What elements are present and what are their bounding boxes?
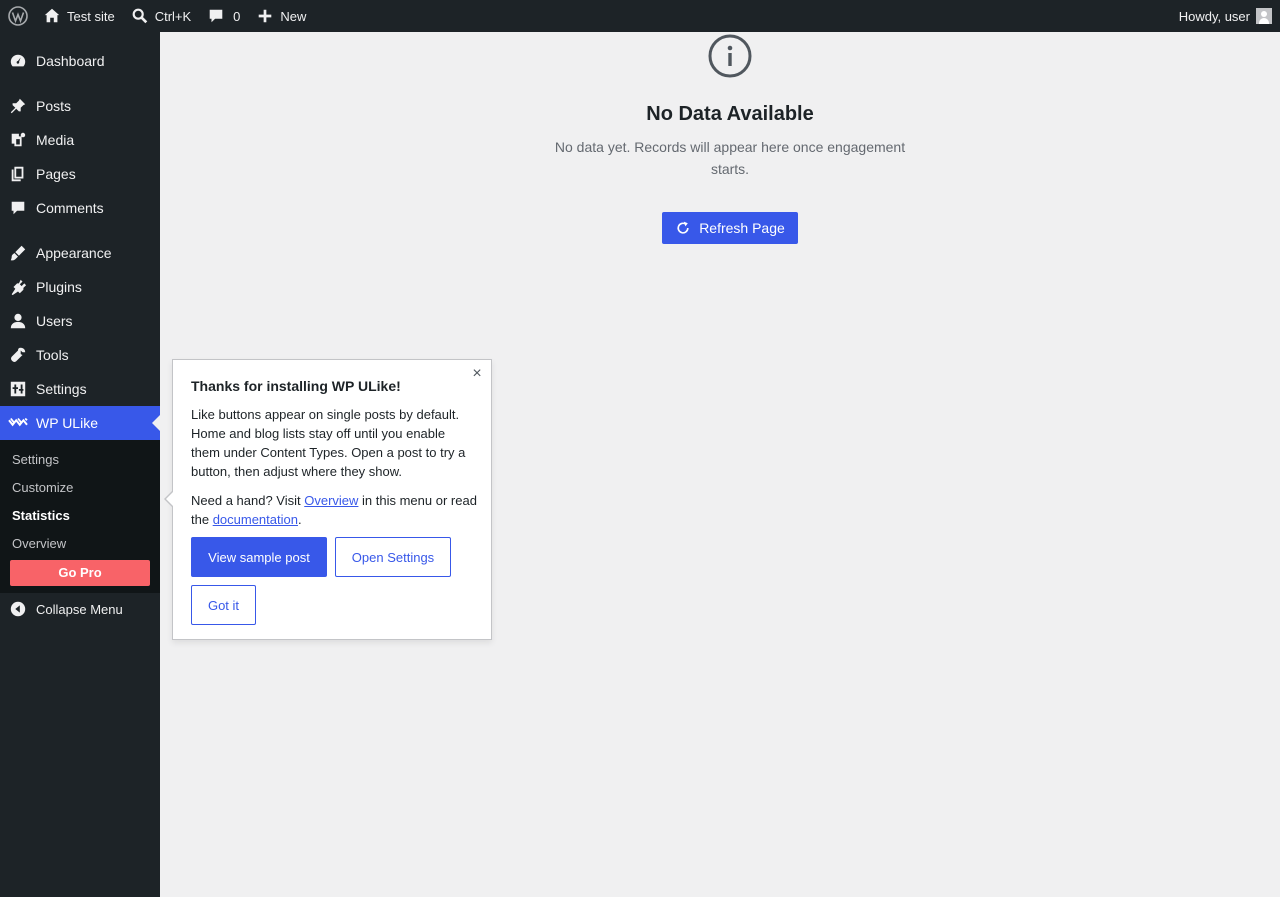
submenu-item-overview[interactable]: Overview	[12, 536, 66, 551]
collapse-menu-label: Collapse Menu	[36, 601, 123, 617]
close-icon[interactable]: ×	[469, 366, 485, 382]
admin-sidebar: Dashboard Posts Media Pages Comments App…	[0, 32, 160, 897]
account-menu[interactable]: Howdy, user	[1171, 0, 1280, 32]
sidebar-item-settings[interactable]: Settings	[0, 372, 160, 406]
sidebar-item-label: Users	[36, 313, 73, 329]
plus-icon	[259, 9, 272, 23]
sidebar-item-label: Tools	[36, 347, 69, 363]
brush-icon	[0, 244, 36, 262]
collapse-arrow-icon	[0, 600, 36, 618]
sidebar-item-plugins[interactable]: Plugins	[0, 270, 160, 304]
empty-state-title: No Data Available	[646, 103, 814, 125]
sidebar-item-label: WP ULike	[36, 415, 98, 431]
pointer-body: Like buttons appear on single posts by d…	[191, 407, 466, 479]
comments-link[interactable]: 0	[199, 0, 248, 32]
sidebar-item-label: Posts	[36, 98, 72, 114]
pointer-title: Thanks for installing WP ULike!	[191, 378, 401, 394]
pages-icon	[0, 165, 36, 183]
home-icon	[44, 8, 60, 23]
wordpress-logo-icon	[7, 6, 28, 26]
sidebar-item-label: Media	[36, 132, 75, 148]
help-prefix: Need a hand? Visit	[191, 493, 305, 508]
comments-count: 0	[233, 8, 241, 24]
view-sample-post-button[interactable]: View sample post	[191, 537, 327, 577]
go-pro-button[interactable]: Go Pro	[10, 560, 150, 586]
sidebar-item-pages[interactable]: Pages	[0, 157, 160, 191]
sidebar-item-comments[interactable]: Comments	[0, 191, 160, 225]
pin-icon	[0, 97, 36, 115]
user-icon	[0, 312, 36, 330]
search-icon	[132, 8, 147, 24]
site-name-link[interactable]: Test site	[35, 0, 123, 32]
sidebar-item-label: Dashboard	[36, 53, 105, 69]
plugin-icon	[0, 278, 36, 296]
collapse-menu-button[interactable]: Collapse Menu	[0, 594, 160, 624]
welcome-pointer-popup: × Thanks for installing WP ULike! Like b…	[164, 359, 492, 640]
sidebar-item-users[interactable]: Users	[0, 304, 160, 338]
overview-link[interactable]: Overview	[304, 493, 358, 508]
info-icon	[708, 34, 752, 78]
comment-icon	[209, 9, 223, 23]
refresh-icon	[677, 221, 689, 234]
open-settings-button[interactable]: Open Settings	[335, 537, 451, 577]
sliders-icon	[0, 380, 36, 398]
submenu-item-customize[interactable]: Customize	[12, 480, 73, 495]
submenu-item-statistics[interactable]: Statistics	[12, 508, 70, 523]
search-shortcut-label: Ctrl+K	[154, 8, 192, 24]
wrench-icon	[0, 346, 36, 364]
avatar	[1256, 8, 1272, 24]
admin-bar: Test site Ctrl+K 0 New Howdy, user	[0, 0, 1280, 32]
sidebar-item-media[interactable]: Media	[0, 123, 160, 157]
media-icon	[0, 131, 36, 149]
sidebar-item-appearance[interactable]: Appearance	[0, 236, 160, 270]
sidebar-item-label: Plugins	[36, 279, 82, 295]
comment-icon	[0, 199, 36, 217]
sidebar-item-wp-ulike[interactable]: WP ULike	[0, 406, 160, 440]
sidebar-item-dashboard[interactable]: Dashboard	[0, 44, 160, 78]
wordpress-logo-button[interactable]	[0, 0, 35, 32]
got-it-button[interactable]: Got it	[191, 585, 256, 625]
search-shortcut-button[interactable]: Ctrl+K	[123, 0, 199, 32]
site-name-label: Test site	[67, 8, 115, 24]
empty-state-description: No data yet. Records will appear here on…	[554, 139, 906, 177]
sidebar-item-label: Comments	[36, 200, 104, 216]
documentation-link[interactable]: documentation	[213, 512, 298, 527]
pointer-help-text: Need a hand? Visit Overview in this menu…	[191, 491, 477, 529]
sidebar-item-posts[interactable]: Posts	[0, 89, 160, 123]
dashboard-icon	[0, 52, 36, 70]
sidebar-item-tools[interactable]: Tools	[0, 338, 160, 372]
wpulike-icon	[0, 414, 36, 432]
sidebar-item-label: Appearance	[36, 245, 112, 261]
sidebar-item-label: Pages	[36, 166, 76, 182]
sidebar-item-label: Settings	[36, 381, 87, 397]
refresh-page-label: Refresh Page	[699, 220, 785, 236]
help-suffix: .	[297, 512, 302, 527]
new-label: New	[280, 8, 307, 24]
submenu-item-settings[interactable]: Settings	[12, 452, 59, 467]
refresh-page-button[interactable]: Refresh Page	[662, 212, 798, 244]
greeting-label: Howdy, user	[1178, 8, 1250, 24]
new-content-button[interactable]: New	[248, 0, 314, 32]
